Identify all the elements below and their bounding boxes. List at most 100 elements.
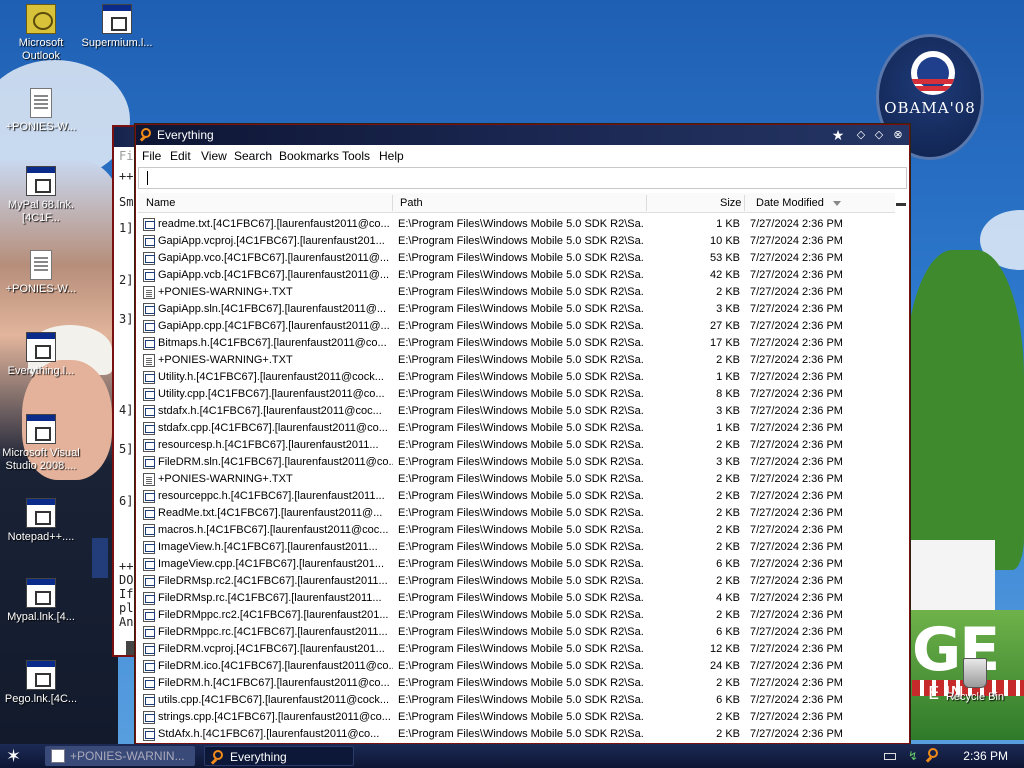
result-date-modified: 7/27/2024 2:36 PM bbox=[750, 286, 843, 298]
result-row[interactable]: FileDRM.sln.[4C1FBC67].[laurenfaust2011@… bbox=[138, 454, 896, 471]
menu-help[interactable]: Help bbox=[379, 149, 404, 163]
result-row[interactable]: +PONIES-WARNING+.TXT E:\Program Files\Win… bbox=[138, 352, 896, 369]
network-icon[interactable]: ↯ bbox=[908, 749, 918, 763]
result-name: FileDRM.ico.[4C1FBC67].[laurenfaust2011@… bbox=[158, 660, 393, 672]
menu-bookmarks[interactable]: Bookmarks bbox=[279, 149, 339, 163]
result-path: E:\Program Files\Windows Mobile 5.0 SDK … bbox=[398, 439, 643, 451]
result-date-modified: 7/27/2024 2:36 PM bbox=[750, 524, 843, 536]
taskbar-button-ponies-warning[interactable]: +PONIES-WARNIN... bbox=[45, 746, 195, 766]
desktop-icon-label: +PONIES-W... bbox=[5, 283, 77, 295]
result-row[interactable]: Utility.h.[4C1FBC67].[laurenfaust2011@co… bbox=[138, 369, 896, 386]
desktop-icon-supermium[interactable]: Supermium.l... bbox=[76, 4, 158, 50]
source-file-icon bbox=[143, 490, 155, 503]
menu-tools[interactable]: Tools bbox=[342, 149, 370, 163]
magnifier-icon[interactable] bbox=[925, 748, 940, 763]
background-window-line: 2] bbox=[119, 273, 134, 287]
column-header-path[interactable]: Path bbox=[400, 197, 423, 209]
search-box[interactable] bbox=[138, 167, 907, 189]
column-header-name[interactable]: Name bbox=[146, 197, 175, 209]
result-row[interactable]: GapiApp.cpp.[4C1FBC67].[laurenfaust2011@… bbox=[138, 318, 896, 335]
result-path: E:\Program Files\Windows Mobile 5.0 SDK … bbox=[398, 218, 643, 230]
keyboard-icon[interactable] bbox=[884, 753, 896, 760]
source-file-icon bbox=[143, 524, 155, 537]
column-divider[interactable] bbox=[646, 195, 647, 211]
result-row[interactable]: FileDRM.vcproj.[4C1FBC67].[laurenfaust20… bbox=[138, 641, 896, 658]
menu-file[interactable]: File bbox=[142, 149, 161, 163]
result-size: 8 KB bbox=[716, 388, 740, 400]
result-row[interactable]: macros.h.[4C1FBC67].[laurenfaust2011@coc… bbox=[138, 522, 896, 539]
result-name: GapiApp.vco.[4C1FBC67].[laurenfaust2011@… bbox=[158, 252, 390, 264]
result-row[interactable]: ImageView.h.[4C1FBC67].[laurenfaust2011.… bbox=[138, 539, 896, 556]
desktop-icon-label: Recycle Bin bbox=[945, 691, 1005, 703]
result-row[interactable]: FileDRMsp.rc2.[4C1FBC67].[laurenfaust201… bbox=[138, 573, 896, 590]
desktop-icon-visual-studio[interactable]: Microsoft Visual Studio 2008.... bbox=[0, 414, 82, 473]
search-input[interactable] bbox=[139, 168, 906, 188]
results-header: Name Path Size Date Modified bbox=[138, 193, 898, 213]
column-divider[interactable] bbox=[392, 195, 393, 211]
result-row[interactable]: FileDRMppc.rc2.[4C1FBC67].[laurenfaust20… bbox=[138, 607, 896, 624]
result-size: 17 KB bbox=[710, 337, 740, 349]
result-row[interactable]: Bitmaps.h.[4C1FBC67].[laurenfaust2011@co… bbox=[138, 335, 896, 352]
result-size: 3 KB bbox=[716, 303, 740, 315]
result-row[interactable]: strings.cpp.[4C1FBC67].[laurenfaust2011@… bbox=[138, 709, 896, 726]
column-header-date-modified[interactable]: Date Modified bbox=[756, 197, 824, 209]
result-row[interactable]: stdafx.cpp.[4C1FBC67].[laurenfaust2011@c… bbox=[138, 420, 896, 437]
result-row[interactable]: GapiApp.vcb.[4C1FBC67].[laurenfaust2011@… bbox=[138, 267, 896, 284]
desktop-icon-recycle-bin[interactable]: Recycle Bin bbox=[934, 658, 1016, 704]
background-window-line: ++ bbox=[119, 169, 134, 183]
close-button[interactable]: ⊗ bbox=[890, 127, 906, 143]
column-divider[interactable] bbox=[744, 195, 745, 211]
desktop-icon-ponies-warning-2[interactable]: +PONIES-W... bbox=[0, 250, 82, 296]
result-row[interactable]: stdafx.h.[4C1FBC67].[laurenfaust2011@coc… bbox=[138, 403, 896, 420]
desktop-icon-mypal68[interactable]: MyPal 68.lnk.[4C1F... bbox=[0, 166, 82, 225]
result-row[interactable]: FileDRM.h.[4C1FBC67].[laurenfaust2011@co… bbox=[138, 675, 896, 692]
result-name: macros.h.[4C1FBC67].[laurenfaust2011@coc… bbox=[158, 524, 389, 536]
desktop-icon-mypal[interactable]: Mypal.lnk.[4... bbox=[0, 578, 82, 624]
result-row[interactable]: FileDRMppc.rc.[4C1FBC67].[laurenfaust201… bbox=[138, 624, 896, 641]
column-header-size[interactable]: Size bbox=[720, 197, 741, 209]
result-row[interactable]: utils.cpp.[4C1FBC67].[laurenfaust2011@co… bbox=[138, 692, 896, 709]
result-row[interactable]: ReadMe.txt.[4C1FBC67].[laurenfaust2011@.… bbox=[138, 505, 896, 522]
result-row[interactable]: +PONIES-WARNING+.TXT E:\Program Files\Win… bbox=[138, 471, 896, 488]
result-date-modified: 7/27/2024 2:36 PM bbox=[750, 405, 843, 417]
start-button[interactable]: ✶ bbox=[6, 746, 21, 766]
result-row[interactable]: FileDRMsp.rc.[4C1FBC67].[laurenfaust2011… bbox=[138, 590, 896, 607]
result-name: stdafx.h.[4C1FBC67].[laurenfaust2011@coc… bbox=[158, 405, 382, 417]
star-icon[interactable]: ★ bbox=[830, 127, 846, 143]
result-row[interactable]: GapiApp.vcproj.[4C1FBC67].[laurenfaust20… bbox=[138, 233, 896, 250]
result-size: 42 KB bbox=[710, 269, 740, 281]
desktop-icon-outlook[interactable]: Microsoft Outlook bbox=[0, 4, 82, 63]
scrollbar-thumb[interactable] bbox=[896, 203, 906, 206]
result-row[interactable]: StdAfx.h.[4C1FBC67].[laurenfaust2011@co.… bbox=[138, 726, 896, 743]
result-row[interactable]: GapiApp.vco.[4C1FBC67].[laurenfaust2011@… bbox=[138, 250, 896, 267]
vertical-scrollbar[interactable] bbox=[895, 193, 907, 741]
desktop-icon-pego[interactable]: Pego.lnk.[4C... bbox=[0, 660, 82, 706]
desktop-icon-notepadpp[interactable]: Notepad++.... bbox=[0, 498, 82, 544]
result-row[interactable]: FileDRM.ico.[4C1FBC67].[laurenfaust2011@… bbox=[138, 658, 896, 675]
result-size: 10 KB bbox=[710, 235, 740, 247]
desktop-icon-everything[interactable]: Everything.l... bbox=[0, 332, 82, 378]
result-path: E:\Program Files\Windows Mobile 5.0 SDK … bbox=[398, 422, 643, 434]
result-row[interactable]: GapiApp.sln.[4C1FBC67].[laurenfaust2011@… bbox=[138, 301, 896, 318]
result-row[interactable]: resourcesp.h.[4C1FBC67].[laurenfaust2011… bbox=[138, 437, 896, 454]
result-size: 6 KB bbox=[716, 694, 740, 706]
source-file-icon bbox=[143, 592, 155, 605]
maximize-button[interactable]: ◇ bbox=[871, 127, 887, 143]
taskbar-button-everything[interactable]: Everything bbox=[204, 746, 354, 766]
result-name: FileDRMppc.rc2.[4C1FBC67].[laurenfaust20… bbox=[158, 609, 389, 621]
menu-search[interactable]: Search bbox=[234, 149, 272, 163]
desktop-icon-ponies-warning[interactable]: +PONIES-W... bbox=[0, 88, 82, 134]
window-titlebar[interactable]: Everything ★ ◇ ◇ ⊗ bbox=[136, 125, 909, 145]
result-row[interactable]: Utility.cpp.[4C1FBC67].[laurenfaust2011@… bbox=[138, 386, 896, 403]
result-row[interactable]: readme.txt.[4C1FBC67].[laurenfaust2011@c… bbox=[138, 216, 896, 233]
clock[interactable]: 2:36 PM bbox=[963, 749, 1008, 763]
result-row[interactable]: +PONIES-WARNING+.TXT E:\Program Files\Win… bbox=[138, 284, 896, 301]
result-row[interactable]: ImageView.cpp.[4C1FBC67].[laurenfaust201… bbox=[138, 556, 896, 573]
menu-edit[interactable]: Edit bbox=[170, 149, 191, 163]
result-name: resourcesp.h.[4C1FBC67].[laurenfaust2011… bbox=[158, 439, 379, 451]
menu-view[interactable]: View bbox=[201, 149, 227, 163]
minimize-button[interactable]: ◇ bbox=[853, 127, 869, 143]
result-name: Bitmaps.h.[4C1FBC67].[laurenfaust2011@co… bbox=[158, 337, 387, 349]
result-row[interactable]: resourceppc.h.[4C1FBC67].[laurenfaust201… bbox=[138, 488, 896, 505]
everything-window[interactable]: Everything ★ ◇ ◇ ⊗ File Edit View Search… bbox=[135, 124, 910, 744]
